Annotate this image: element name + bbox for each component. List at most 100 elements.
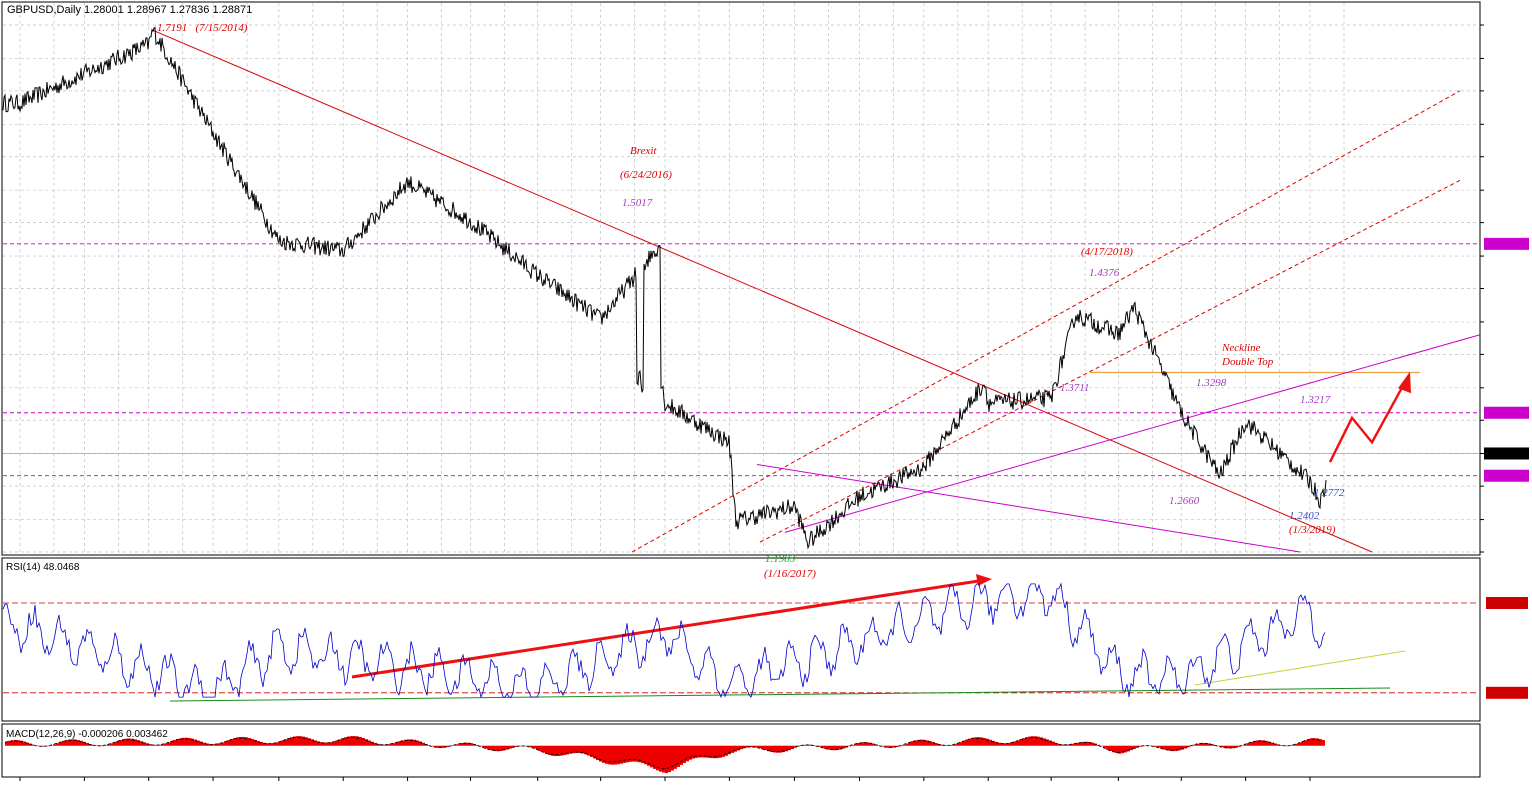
macd-histogram-bar bbox=[770, 745, 773, 752]
annotation-12772: 1.2772 bbox=[1314, 487, 1345, 499]
macd-histogram-bar bbox=[311, 739, 314, 746]
macd-histogram-bar bbox=[602, 745, 605, 763]
macd-histogram-bar bbox=[785, 745, 788, 752]
macd-histogram-bar bbox=[365, 739, 368, 746]
macd-histogram-bar bbox=[665, 745, 668, 774]
annotation-13217: 1.3217 bbox=[1300, 394, 1331, 406]
macd-histogram-bar bbox=[23, 741, 26, 746]
macd-histogram-bar bbox=[731, 745, 734, 753]
price-badge bbox=[1484, 237, 1529, 250]
rsi-panel bbox=[1, 557, 1481, 722]
main-panel bbox=[1, 1, 1481, 556]
macd-label: MACD(12,26,9) -0.000206 0.003462 bbox=[6, 729, 168, 740]
macd-histogram-bar bbox=[257, 741, 260, 746]
macd-histogram-bar bbox=[227, 740, 230, 746]
macd-histogram-bar bbox=[956, 743, 959, 746]
macd-histogram-bar bbox=[1106, 745, 1109, 750]
macd-histogram-bar bbox=[335, 740, 338, 746]
macd-histogram-bar bbox=[1115, 745, 1118, 754]
macd-histogram-bar bbox=[452, 745, 455, 746]
macd-histogram-bar bbox=[203, 742, 206, 746]
macd-histogram-bar bbox=[1160, 745, 1163, 749]
macd-histogram-bar bbox=[950, 744, 953, 746]
macd-histogram-bar bbox=[1322, 740, 1325, 746]
macd-histogram-bar bbox=[1301, 741, 1304, 746]
macd-histogram-bar bbox=[965, 739, 968, 746]
macd-histogram-bar bbox=[1247, 743, 1250, 746]
macd-histogram-bar bbox=[989, 739, 992, 746]
macd-histogram-bar bbox=[683, 745, 686, 763]
macd-histogram-bar bbox=[170, 741, 173, 746]
price-badge bbox=[1484, 447, 1529, 460]
macd-histogram-bar bbox=[1019, 739, 1022, 746]
macd-histogram-bar bbox=[722, 745, 725, 757]
price-badge bbox=[1484, 469, 1529, 482]
macd-histogram-bar bbox=[674, 745, 677, 769]
macd-histogram-bar bbox=[911, 741, 914, 746]
annotation-12402: 1.2402 bbox=[1289, 510, 1320, 522]
macd-histogram-bar bbox=[116, 741, 119, 746]
annotation-double-top: Double Top bbox=[1221, 356, 1274, 368]
macd-histogram-bar bbox=[926, 740, 929, 746]
annotation-date-2019: (1/3/2019) bbox=[1289, 524, 1336, 536]
macd-histogram-bar bbox=[164, 743, 167, 746]
chart-header: GBPUSD,Daily 1.28001 1.28967 1.27836 1.2… bbox=[7, 4, 252, 16]
macd-histogram-bar bbox=[647, 745, 650, 766]
macd-histogram-bar bbox=[359, 737, 362, 746]
annotation-12660: 1.2660 bbox=[1169, 495, 1200, 507]
macd-histogram-bar bbox=[1193, 744, 1196, 746]
macd-histogram-bar bbox=[62, 740, 65, 746]
macd-histogram-bar bbox=[218, 743, 221, 746]
rsi-label: RSI(14) 48.0468 bbox=[6, 562, 80, 573]
macd-histogram-bar bbox=[593, 745, 596, 759]
macd-histogram-bar bbox=[857, 742, 860, 746]
macd-histogram-bar bbox=[107, 744, 110, 746]
macd-histogram-bar bbox=[545, 745, 548, 755]
macd-histogram-bar bbox=[194, 739, 197, 746]
macd-histogram-bar bbox=[281, 740, 284, 746]
macd-histogram-bar bbox=[398, 741, 401, 746]
macd-histogram-bar bbox=[737, 745, 740, 751]
annotation-brexit-date: (6/24/2016) bbox=[620, 169, 672, 181]
macd-histogram-bar bbox=[1052, 741, 1055, 746]
macd-histogram-bar bbox=[1130, 745, 1133, 751]
macd-histogram-bar bbox=[140, 741, 143, 746]
annotation-date-2017: (1/16/2017) bbox=[764, 568, 816, 580]
macd-histogram-bar bbox=[563, 745, 566, 756]
macd-histogram-bar bbox=[641, 745, 644, 764]
price-badge bbox=[1484, 406, 1529, 419]
macd-histogram-bar bbox=[1217, 745, 1220, 747]
macd-histogram-bar bbox=[341, 738, 344, 746]
macd-histogram-bar bbox=[902, 744, 905, 746]
macd-histogram-bar bbox=[1154, 745, 1157, 747]
macd-histogram-bar bbox=[761, 745, 764, 750]
macd-histogram-bar bbox=[692, 745, 695, 759]
annotation-13711: 1.3711 bbox=[1060, 382, 1089, 394]
annotation-13298: 1.3298 bbox=[1196, 377, 1227, 389]
annotation-11983: 1.1983 bbox=[765, 553, 796, 565]
annotation-high-2014: 1.7191 (7/15/2014) bbox=[157, 22, 248, 34]
annotation-brexit: Brexit bbox=[630, 145, 657, 157]
macd-panel bbox=[1, 723, 1481, 778]
macd-histogram-bar bbox=[548, 745, 551, 756]
macd-histogram-bar bbox=[413, 739, 416, 746]
macd-histogram-bar bbox=[344, 737, 347, 746]
chart-window: GBPUSD,Daily 1.28001 1.28967 1.27836 1.2… bbox=[0, 0, 1532, 797]
macd-histogram-bar bbox=[419, 741, 422, 746]
macd-histogram-bar bbox=[584, 745, 587, 755]
macd-histogram-bar bbox=[1049, 740, 1052, 746]
macd-histogram-bar bbox=[848, 745, 851, 747]
macd-histogram-bar bbox=[755, 745, 758, 748]
annotation-neckline: Neckline bbox=[1221, 342, 1261, 354]
macd-histogram-bar bbox=[224, 741, 227, 746]
chart-canvas: GBPUSD,Daily 1.28001 1.28967 1.27836 1.2… bbox=[1, 1, 1529, 781]
macd-histogram-bar bbox=[1295, 743, 1298, 746]
macd-histogram-bar bbox=[53, 744, 56, 746]
annotation-brexit-level: 1.5017 bbox=[622, 197, 653, 209]
rsi-badge bbox=[1486, 686, 1528, 699]
macd-histogram-bar bbox=[482, 745, 485, 748]
macd-histogram-bar bbox=[1043, 738, 1046, 746]
rsi-badge bbox=[1486, 596, 1528, 609]
annotation-apr2018-level: 1.4376 bbox=[1089, 267, 1120, 279]
macd-histogram-bar bbox=[1271, 742, 1274, 746]
